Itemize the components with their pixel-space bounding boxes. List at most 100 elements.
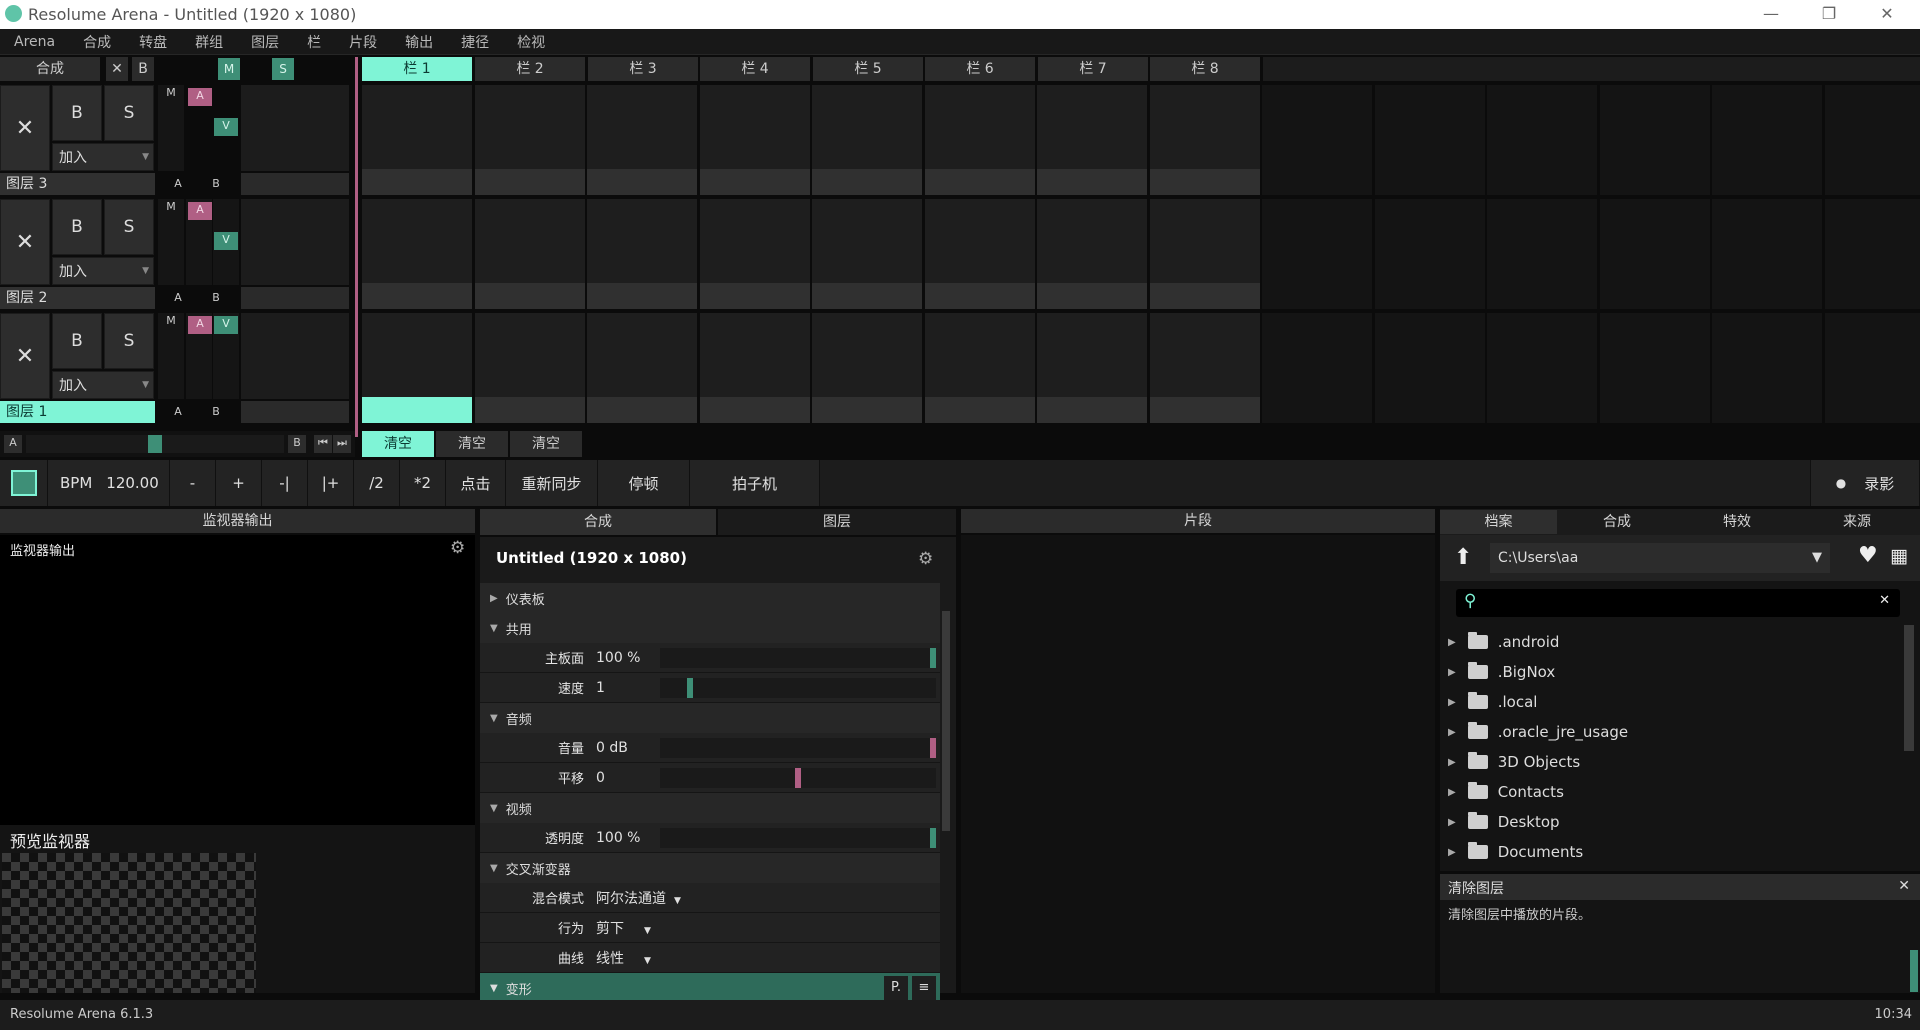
clip-slot[interactable] [1037,85,1147,195]
clip-slot[interactable] [1712,313,1822,423]
list-item[interactable]: ▶ .local [1440,687,1900,717]
clip-slot[interactable] [1600,85,1710,195]
layer-audio-button[interactable]: A [188,202,212,220]
slider-handle[interactable] [795,767,801,788]
layer-blend-dropdown[interactable]: 加入 ▼ [52,143,154,171]
menu-group[interactable]: 群组 [195,32,223,52]
layer-audio-button[interactable]: A [188,88,212,106]
crossfader-b-button[interactable]: B [288,435,306,453]
layer-video-button[interactable]: V [214,118,238,136]
clip-slot[interactable] [1262,199,1372,309]
resync-button[interactable]: 重新同步 [506,460,598,506]
tab-sources[interactable]: 来源 [1797,510,1917,534]
clip-slot[interactable] [925,199,1035,309]
list-item[interactable]: ▶ Documents [1440,837,1900,867]
scrollbar[interactable] [1904,625,1914,751]
layer-transition-slider[interactable] [241,401,349,423]
nudge-back-button[interactable]: -| [262,460,308,506]
layer-video-button[interactable]: V [214,232,238,250]
slider-handle[interactable] [930,827,936,848]
slider-handle[interactable] [930,737,936,758]
column-header-6[interactable]: 栏 6 [925,57,1035,81]
param-value[interactable]: 0 [590,770,660,786]
menu-deck[interactable]: 转盘 [139,32,167,52]
layer-blend-dropdown[interactable]: 加入 ▼ [52,371,154,399]
scrollbar[interactable] [942,611,950,831]
record-button[interactable]: ● 录影 [1810,460,1920,506]
tab-composition[interactable]: 合成 [480,509,716,535]
clip-slot[interactable] [1487,313,1597,423]
half-bpm-button[interactable]: /2 [354,460,400,506]
column-header-8[interactable]: 栏 8 [1150,57,1260,81]
layer-bypass-button[interactable]: B [52,85,102,141]
composition-clear-button[interactable]: ✕ [106,57,128,81]
list-item[interactable]: ▶ 3D Objects [1440,747,1900,777]
clip-slot[interactable] [700,313,810,423]
gear-icon[interactable]: ⚙ [450,538,465,558]
layer-crossfade-b[interactable]: B [208,176,224,192]
clip-slot[interactable] [1262,85,1372,195]
layer-crossfade-a[interactable]: A [170,290,186,306]
clip-slot[interactable] [1487,199,1597,309]
slider-handle[interactable] [687,677,693,698]
clear-button-2[interactable]: 清空 [436,431,508,457]
prev-icon[interactable]: ⏮ [314,435,332,453]
menu-column[interactable]: 栏 [307,32,321,52]
clip-slot[interactable] [1825,313,1920,423]
layer-clear-x-icon[interactable]: ✕ [0,313,50,399]
menu-clip[interactable]: 片段 [349,32,377,52]
section-dashboard[interactable]: ▶ 仪表板 [480,583,940,613]
clip-slot[interactable] [1712,199,1822,309]
gear-icon[interactable]: ⚙ [918,549,933,569]
list-item[interactable]: ▶ Contacts [1440,777,1900,807]
folder-up-icon[interactable]: ⬆ [1454,545,1472,570]
composition-m-button[interactable]: M [218,58,240,80]
clip-slot[interactable] [1825,85,1920,195]
search-box[interactable]: ⚲ ✕ [1456,589,1900,617]
layer-crossfade-b[interactable]: B [208,290,224,306]
clip-slot[interactable] [700,199,810,309]
column-header-4[interactable]: 栏 4 [700,57,810,81]
menu-icon[interactable]: ≡ [912,976,936,1000]
heart-icon[interactable]: ♥ [1858,543,1878,568]
layer-crossfade-a[interactable]: A [170,404,186,420]
clear-button-1[interactable]: 清空 [362,431,434,457]
layer-bypass-button[interactable]: B [52,199,102,255]
layer-name[interactable]: 图层 2 [0,287,155,309]
close-window-button[interactable]: ✕ [1858,0,1916,29]
clip-slot[interactable] [475,313,585,423]
pause-button[interactable]: 停顿 [598,460,690,506]
clip-slot[interactable] [475,199,585,309]
section-common[interactable]: ▼ 共用 [480,613,940,643]
path-dropdown[interactable]: C:\Users\aa ▼ [1490,543,1830,573]
slider-handle[interactable] [930,647,936,668]
clip-slot[interactable] [1262,313,1372,423]
layer-name[interactable]: 图层 1 [0,401,155,423]
list-item[interactable]: ▶ Desktop [1440,807,1900,837]
tap-button[interactable]: 点击 [446,460,506,506]
tab-effects[interactable]: 特效 [1677,510,1797,534]
clip-slot[interactable] [1600,199,1710,309]
grid-view-icon[interactable]: ▦ [1890,545,1908,567]
clip-slot[interactable] [1150,199,1260,309]
section-crossfader[interactable]: ▼ 交叉渐变器 [480,853,940,883]
column-header-7[interactable]: 栏 7 [1038,57,1148,81]
maximize-button[interactable]: ❐ [1800,0,1858,29]
tempo-sync-icon[interactable] [0,460,48,506]
layer-solo-button[interactable]: S [104,313,154,369]
layer-solo-button[interactable]: S [104,85,154,141]
clip-slot[interactable] [1825,199,1920,309]
param-value[interactable]: 100 % [590,830,660,846]
layer-audio-button[interactable]: A [188,316,212,334]
list-item[interactable]: ▶ .android [1440,627,1900,657]
speed-slider[interactable] [660,677,936,698]
layer-transition-slider[interactable] [241,173,349,195]
menu-view[interactable]: 检视 [517,32,545,52]
layer-bypass-button[interactable]: B [52,313,102,369]
menu-output[interactable]: 输出 [405,32,433,52]
clip-slot[interactable] [587,85,697,195]
double-bpm-button[interactable]: *2 [400,460,446,506]
opacity-slider[interactable] [660,827,936,848]
tab-files[interactable]: 档案 [1440,510,1557,534]
param-value[interactable]: 1 [590,680,660,696]
